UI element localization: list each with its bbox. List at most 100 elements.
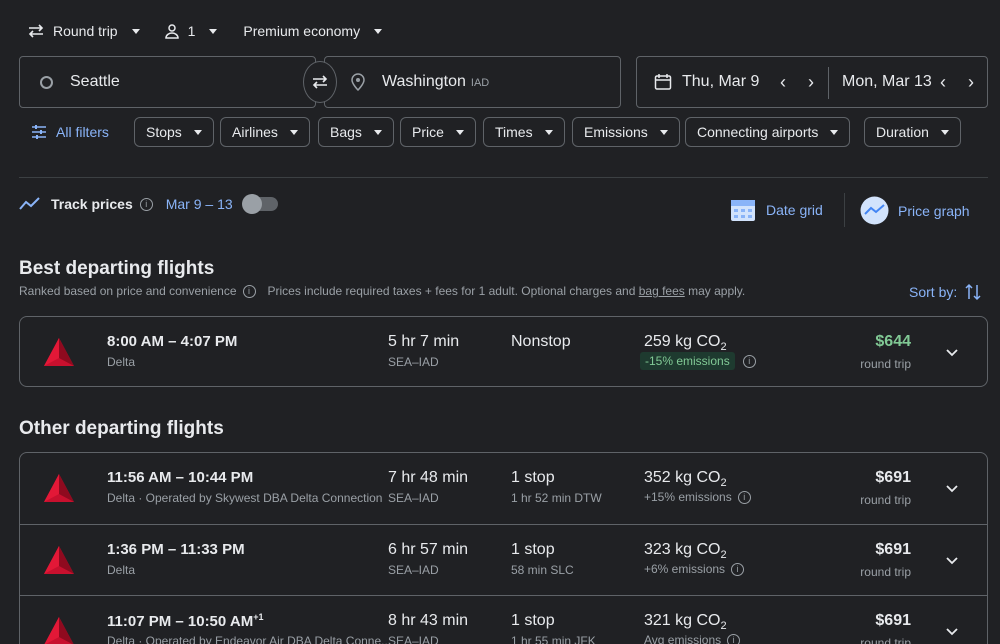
info-icon[interactable]: i (731, 562, 745, 576)
chip-label: Bags (330, 124, 362, 140)
filter-chip-bags[interactable]: Bags (318, 117, 394, 147)
chevron-down-icon[interactable] (945, 553, 959, 567)
trip-type-select[interactable]: Round trip (21, 12, 146, 50)
flight-layover: 1 hr 52 min DTW (511, 491, 602, 505)
delta-logo-icon (44, 617, 74, 644)
flight-airline: Delta (107, 563, 136, 577)
swap-locations-button[interactable] (303, 61, 337, 103)
flight-co2: 321 kg CO2 (644, 612, 727, 632)
chevron-right-icon[interactable]: › (968, 72, 974, 93)
date-grid-label: Date grid (766, 202, 823, 218)
co2-subscript: 2 (720, 549, 727, 562)
origin-field[interactable]: Seattle (19, 56, 316, 108)
delta-logo-icon (44, 474, 74, 502)
best-flights-subtitle: Ranked based on price and convenience i … (19, 284, 745, 298)
date-grid-button[interactable]: Date grid (730, 197, 823, 223)
filter-chip-emissions[interactable]: Emissions (572, 117, 680, 147)
flight-airline: Delta · Operated by Endeavor Air DBA Del… (107, 634, 392, 644)
co2-value: 352 kg CO (644, 469, 721, 486)
flight-co2: 352 kg CO2 (644, 469, 727, 489)
track-prices-toggle[interactable] (241, 194, 278, 214)
flight-price: $644 (875, 333, 911, 350)
filter-chip-airlines[interactable]: Airlines (220, 117, 310, 147)
filter-chip-connecting-airports[interactable]: Connecting airports (685, 117, 851, 147)
chevron-left-icon[interactable]: ‹ (940, 72, 946, 93)
flight-airline: Delta (107, 355, 136, 369)
chevron-down-icon (830, 129, 839, 135)
filter-chip-duration[interactable]: Duration (864, 117, 961, 147)
best-flights-title: Best departing flights (19, 258, 215, 279)
all-filters-button[interactable]: All filters (31, 117, 109, 147)
flight-row[interactable]: 11:56 AM – 10:44 PM Delta · Operated by … (20, 453, 987, 524)
depart-date[interactable]: Thu, Mar 9 (682, 73, 759, 91)
passengers-select[interactable]: 1 (158, 12, 224, 50)
emissions-info: -15% emissions i (640, 352, 756, 370)
filter-chip-stops[interactable]: Stops (134, 117, 214, 147)
track-prices-label: Track prices (51, 196, 133, 212)
trip-type-label: Round trip (53, 23, 118, 39)
price-graph-button[interactable]: Price graph (860, 196, 970, 225)
price-note: round trip (860, 565, 911, 579)
delta-logo-icon (44, 338, 74, 366)
info-icon[interactable]: i (737, 490, 751, 504)
info-icon[interactable]: i (742, 354, 756, 368)
chevron-down-icon[interactable] (945, 481, 959, 495)
flight-duration: 8 hr 43 min (388, 612, 469, 629)
person-icon (164, 24, 179, 39)
chevron-left-icon[interactable]: ‹ (780, 72, 786, 93)
cabin-label: Premium economy (243, 23, 361, 39)
flight-route: SEA–IAD (388, 634, 439, 644)
chevron-down-icon[interactable] (945, 345, 959, 359)
flight-stops: 1 stop (511, 469, 555, 486)
trend-line-icon (19, 197, 40, 210)
section-divider (19, 177, 988, 178)
chevron-down-icon (455, 129, 464, 135)
origin-circle-icon (40, 75, 53, 89)
flight-row[interactable]: 1:36 PM – 11:33 PM Delta 6 hr 57 min SEA… (20, 524, 987, 595)
chevron-down-icon (131, 28, 140, 34)
flight-times: 8:00 AM – 4:07 PM (107, 333, 238, 350)
bag-fees-link[interactable]: bag fees (639, 284, 685, 298)
price-graph-icon (860, 196, 889, 225)
filter-sliders-icon (32, 125, 46, 139)
filter-chip-times[interactable]: Times (483, 117, 565, 147)
flight-duration: 5 hr 7 min (388, 333, 460, 350)
chevron-down-icon (659, 129, 668, 135)
chip-label: Stops (146, 124, 182, 140)
price-graph-label: Price graph (898, 202, 970, 219)
chevron-down-icon (544, 129, 553, 135)
sort-by-button[interactable]: Sort by: (909, 283, 981, 301)
emissions-text: +15% emissions (644, 490, 732, 504)
flight-airline: Delta · Operated by Skywest DBA Delta Co… (107, 491, 383, 505)
chevron-down-icon (289, 129, 298, 135)
flight-stops: Nonstop (511, 333, 571, 350)
date-divider (828, 67, 829, 99)
info-icon[interactable]: i (242, 284, 256, 298)
flight-duration: 7 hr 48 min (388, 469, 469, 486)
flight-stops: 1 stop (511, 541, 555, 558)
flight-duration: 6 hr 57 min (388, 541, 469, 558)
emissions-info: +15% emissions i (644, 490, 751, 504)
info-icon[interactable]: i (139, 197, 153, 211)
emissions-info: Avg emissions i (644, 633, 741, 644)
flight-stops: 1 stop (511, 612, 555, 629)
co2-subscript: 2 (720, 477, 727, 490)
track-dates: Mar 9 – 13 (165, 196, 233, 212)
destination-field[interactable]: Washington IAD (324, 56, 621, 108)
flight-times: 11:56 AM – 10:44 PM (107, 469, 254, 486)
prices-note: Prices include required taxes + fees for… (268, 284, 746, 298)
chevron-right-icon[interactable]: › (808, 72, 814, 93)
date-field[interactable]: Thu, Mar 9 ‹ › Mon, Mar 13 ‹ › (636, 56, 988, 108)
chevron-down-icon (374, 28, 383, 34)
flight-row[interactable]: 11:07 PM – 10:50 AM+1 Delta · Operated b… (20, 595, 987, 644)
chip-label: Connecting airports (697, 124, 819, 140)
chevron-down-icon[interactable] (945, 624, 959, 638)
filter-chip-price[interactable]: Price (400, 117, 476, 147)
chevron-down-icon (193, 129, 202, 135)
flight-row[interactable]: 8:00 AM – 4:07 PM Delta 5 hr 7 min SEA–I… (20, 317, 987, 388)
chip-label: Duration (876, 124, 929, 140)
cabin-select[interactable]: Premium economy (237, 12, 388, 50)
return-date[interactable]: Mon, Mar 13 (842, 73, 932, 91)
info-icon[interactable]: i (727, 633, 741, 644)
calendar-icon (654, 74, 672, 90)
